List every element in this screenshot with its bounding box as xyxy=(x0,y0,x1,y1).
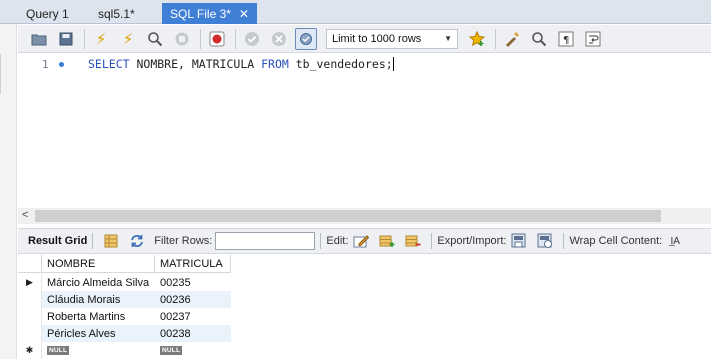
line-number: 1 xyxy=(42,58,49,71)
beautify-icon[interactable] xyxy=(501,28,523,50)
sql-keyword: SELECT xyxy=(88,57,130,71)
panel-edge-mark xyxy=(0,54,6,94)
new-row[interactable]: ✱ NULL NULL xyxy=(18,342,231,359)
cell-nombre[interactable]: Péricles Alves xyxy=(42,325,155,342)
tab-query-1[interactable]: Query 1 xyxy=(18,3,77,24)
execute-current-icon[interactable]: ⚡ xyxy=(117,28,139,50)
toolbar-separator xyxy=(320,233,322,249)
insert-row-icon[interactable] xyxy=(377,232,397,250)
wrap-cell-icon[interactable]: I̲A xyxy=(665,232,685,250)
limit-rows-select[interactable]: Limit to 1000 rows ▼ xyxy=(326,28,458,49)
table-row[interactable]: Péricles Alves 00238 xyxy=(18,325,231,342)
tab-sql-file-3[interactable]: SQL File 3* ✕ xyxy=(162,3,257,24)
wrap-cell-content-label: Wrap Cell Content: xyxy=(569,235,663,247)
limit-rows-value: Limit to 1000 rows xyxy=(332,32,422,45)
table-row[interactable]: Roberta Martins 00237 xyxy=(18,308,231,325)
toolbar-separator xyxy=(84,28,85,49)
scrollbar-thumb[interactable] xyxy=(35,210,661,222)
toolbar-separator xyxy=(235,28,236,49)
null-badge: NULL xyxy=(47,346,70,355)
close-tab-icon[interactable]: ✕ xyxy=(239,7,249,21)
invisible-chars-icon[interactable]: ¶ xyxy=(555,28,577,50)
null-badge: NULL xyxy=(160,346,183,355)
explain-icon[interactable] xyxy=(144,28,166,50)
tab-sql5-1[interactable]: sql5.1* xyxy=(90,3,143,24)
filter-rows-input[interactable] xyxy=(215,232,316,250)
result-toolbar: Result Grid Filter Rows: Edit: Export/Im… xyxy=(18,228,711,254)
edit-label: Edit: xyxy=(326,235,349,247)
statement-marker-icon xyxy=(59,62,64,67)
import-icon[interactable] xyxy=(535,232,555,250)
table-row[interactable]: ▶ Márcio Almeida Silva 00235 xyxy=(18,274,231,291)
wrap-icon[interactable] xyxy=(582,28,604,50)
editor-tab-bar: Query 1 sql5.1* SQL File 3* ✕ xyxy=(0,0,711,24)
toolbar-separator xyxy=(431,233,433,249)
cell-matricula[interactable]: 00235 xyxy=(155,274,231,291)
cell-matricula[interactable]: 00236 xyxy=(155,291,231,308)
toolbar-separator xyxy=(563,233,565,249)
toolbar-separator xyxy=(92,233,94,249)
toolbar-separator xyxy=(495,28,496,49)
autocommit-icon[interactable] xyxy=(295,27,317,50)
chevron-down-icon: ▼ xyxy=(444,34,452,43)
new-row-asterisk-icon: ✱ xyxy=(18,342,42,359)
cell-matricula[interactable]: 00237 xyxy=(155,308,231,325)
edit-cell-icon[interactable] xyxy=(351,232,371,250)
sql-editor-toolbar: ⚡ ⚡ Limit to 1000 rows ▼ ¶ xyxy=(18,25,711,53)
cell-nombre[interactable]: Cláudia Morais xyxy=(42,291,155,308)
column-header-nombre[interactable]: NOMBRE xyxy=(42,255,155,273)
svg-text:¶: ¶ xyxy=(563,35,569,46)
scroll-left-icon[interactable]: < xyxy=(22,209,28,221)
delete-row-icon[interactable] xyxy=(403,232,423,250)
table-row[interactable]: Cláudia Morais 00236 xyxy=(18,291,231,308)
execute-icon[interactable]: ⚡ xyxy=(90,28,112,50)
export-import-label: Export/Import: xyxy=(437,235,507,247)
result-grid-button[interactable]: Result Grid xyxy=(28,235,87,247)
grid-corner[interactable] xyxy=(18,255,42,273)
editor-horizontal-scrollbar[interactable]: < xyxy=(18,208,711,224)
cell-matricula[interactable]: 00238 xyxy=(155,325,231,342)
grid-header-row: NOMBRE MATRICULA xyxy=(18,255,231,273)
toggle-error-icon[interactable] xyxy=(206,28,228,50)
sql-text: tb_vendedores; xyxy=(288,57,393,71)
save-icon[interactable] xyxy=(55,28,77,50)
row-indicator xyxy=(18,308,42,325)
cell-nombre[interactable]: Márcio Almeida Silva xyxy=(42,274,155,291)
sql-code-line[interactable]: SELECT NOMBRE, MATRICULA FROM tb_vendedo… xyxy=(88,57,394,71)
add-snippet-icon[interactable] xyxy=(466,28,488,50)
find-icon[interactable] xyxy=(528,28,550,50)
stop-icon[interactable] xyxy=(171,28,193,50)
line-gutter: 1 xyxy=(18,54,78,207)
tab-label: Query 1 xyxy=(26,6,69,21)
row-indicator xyxy=(18,291,42,308)
tab-label: SQL File 3* xyxy=(170,6,231,21)
commit-icon[interactable] xyxy=(241,28,263,50)
row-indicator xyxy=(18,325,42,342)
open-folder-icon[interactable] xyxy=(28,28,50,50)
sql-text: NOMBRE, MATRICULA xyxy=(129,57,262,71)
refresh-icon[interactable] xyxy=(127,232,147,250)
sql-keyword: FROM xyxy=(261,57,289,71)
cell-nombre[interactable]: Roberta Martins xyxy=(42,308,155,325)
column-header-matricula[interactable]: MATRICULA xyxy=(155,255,231,273)
cell-matricula-new[interactable]: NULL xyxy=(155,342,231,359)
toolbar-separator xyxy=(200,28,201,49)
left-panel-edge xyxy=(0,24,17,359)
current-row-indicator-icon: ▶ xyxy=(18,274,42,291)
rollback-icon[interactable] xyxy=(268,28,290,50)
export-icon[interactable] xyxy=(509,232,529,250)
filter-rows-label: Filter Rows: xyxy=(154,235,213,247)
sql-editor[interactable]: 1 SELECT NOMBRE, MATRICULA FROM tb_vende… xyxy=(18,54,711,207)
cell-nombre-new[interactable]: NULL xyxy=(42,342,155,359)
tab-label: sql5.1* xyxy=(98,6,135,21)
text-caret xyxy=(392,57,394,71)
form-editor-icon[interactable] xyxy=(101,232,121,250)
